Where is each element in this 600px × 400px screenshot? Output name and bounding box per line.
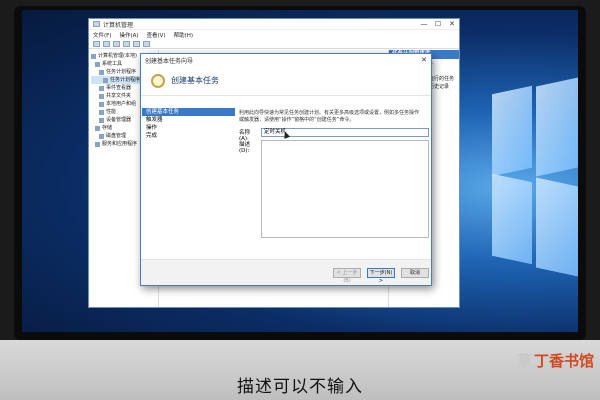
watermark-part1: 草 [516,352,532,370]
wizard-content: 利用此向导快速为常见任务创建计划。有关更多高级选项或设置，例如多任务操作或触发器… [239,110,429,259]
window-title: 计算机管理 [103,21,134,29]
event-icon [99,85,104,91]
task-clock-icon [151,73,165,88]
disk-icon [99,133,104,139]
menu-help[interactable]: 帮助(H) [174,31,193,39]
video-subtitle: 描述可以不输入 [237,377,363,397]
storage-icon [95,125,100,131]
window-titlebar[interactable]: 计算机管理 — ☐ ✕ [89,19,459,30]
minimize-icon[interactable]: — [417,20,431,28]
back-button[interactable]: < 上一步(B) [333,268,361,284]
menu-file[interactable]: 文件(F) [93,31,111,39]
dialog-header: 创建基本任务 [141,66,431,96]
refresh-icon[interactable] [133,40,140,47]
users-icon [99,101,104,107]
help-icon[interactable] [143,40,150,47]
dialog-button-bar: < 上一步(B) 下一步(N) > 取消 [141,259,431,285]
dialog-heading: 创建基本任务 [171,76,219,85]
description-label: 描述(D): [239,142,251,154]
perf-icon [99,109,104,115]
toolbar [89,39,459,49]
monitor: 计算机管理 — ☐ ✕ 文件(F) 操作(A) 查看(V) 帮助(H) 计算机管… [0,0,600,400]
menu-view[interactable]: 查看(V) [147,31,166,39]
wizard-description: 利用此向导快速为常见任务创建计划。有关更多高级选项或设置，例如多任务操作或触发器… [239,110,420,123]
step-action: 操作 [146,125,158,131]
clock-icon [99,69,104,75]
app-icon [93,21,100,27]
up-icon[interactable] [113,40,120,47]
task-description-textarea[interactable] [261,140,429,238]
device-icon [99,117,104,123]
step-trigger: 触发器 [146,117,163,123]
wizard-steps: 创建基本任务 触发器 操作 完成 [142,108,235,259]
show-hide-tree-icon[interactable] [123,40,130,47]
menu-bar: 文件(F) 操作(A) 查看(V) 帮助(H) [89,30,459,39]
windows-logo-wallpaper [492,77,578,277]
computer-icon [91,53,96,59]
menu-action[interactable]: 操作(A) [119,31,138,39]
dialog-titlebar[interactable]: 创建基本任务向导 ✕ [141,54,431,66]
services-icon [95,141,100,147]
close-icon[interactable]: ✕ [445,20,459,28]
cancel-button[interactable]: 取消 [401,268,429,278]
forward-icon[interactable] [103,40,110,47]
back-icon[interactable] [93,40,100,47]
next-button[interactable]: 下一步(N) > [367,268,395,284]
create-basic-task-wizard: 创建基本任务向导 ✕ 创建基本任务 创建基本任务 触发器 操作 完成 利用此向导… [140,53,432,286]
share-icon [99,93,104,99]
tools-icon [95,61,100,67]
close-icon[interactable]: ✕ [417,56,431,64]
step-create-basic-task: 创建基本任务 [142,108,235,116]
dialog-title: 创建基本任务向导 [145,57,194,65]
step-finish: 完成 [146,133,158,139]
watermark: 草 丁香书馆 [517,350,594,371]
maximize-icon[interactable]: ☐ [431,20,445,28]
description-row: 描述(D): [239,140,429,238]
watermark-part2: 丁香书馆 [533,352,594,370]
folder-icon [103,77,108,83]
